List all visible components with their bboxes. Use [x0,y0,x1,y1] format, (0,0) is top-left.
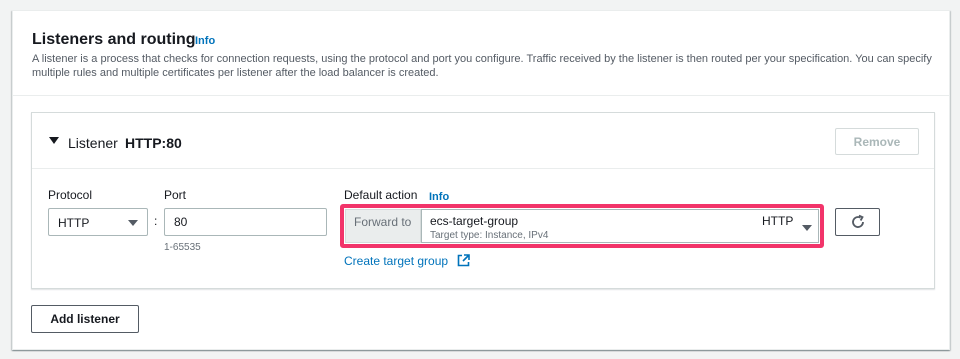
port-input[interactable] [164,208,327,236]
listeners-routing-panel: Listeners and routing Info A listener is… [12,10,950,350]
listener-value: HTTP:80 [125,135,182,151]
port-label: Port [164,188,187,202]
add-listener-button[interactable]: Add listener [31,305,139,333]
listener-header[interactable]: Listener HTTP:80 Remove [32,113,934,169]
protocol-label: Protocol [48,188,93,202]
protocol-select[interactable]: HTTP [48,208,148,236]
remove-listener-button[interactable]: Remove [835,128,919,155]
create-target-group-link[interactable]: Create target group [344,254,448,268]
refresh-icon [851,214,864,228]
panel-header: Listeners and routing Info A listener is… [13,11,949,96]
refresh-button[interactable] [835,208,880,236]
protocol-port-separator: : [154,214,158,228]
caret-down-icon [128,220,138,226]
section-title: Listeners and routing [32,31,196,48]
listener-card: Listener HTTP:80 Remove Protocol HTTP : … [31,112,935,289]
section-info-link[interactable]: Info [195,35,215,47]
listener-label: Listener [68,135,118,151]
section-description: A listener is a process that checks for … [32,53,932,79]
protocol-value: HTTP [58,216,90,230]
external-link-icon[interactable] [457,254,470,267]
default-action-label: Default action [344,188,418,202]
default-action-info-link[interactable]: Info [429,191,449,203]
highlight-box [340,204,824,248]
expand-caret-icon[interactable] [49,137,59,144]
port-hint: 1-65535 [164,242,201,253]
